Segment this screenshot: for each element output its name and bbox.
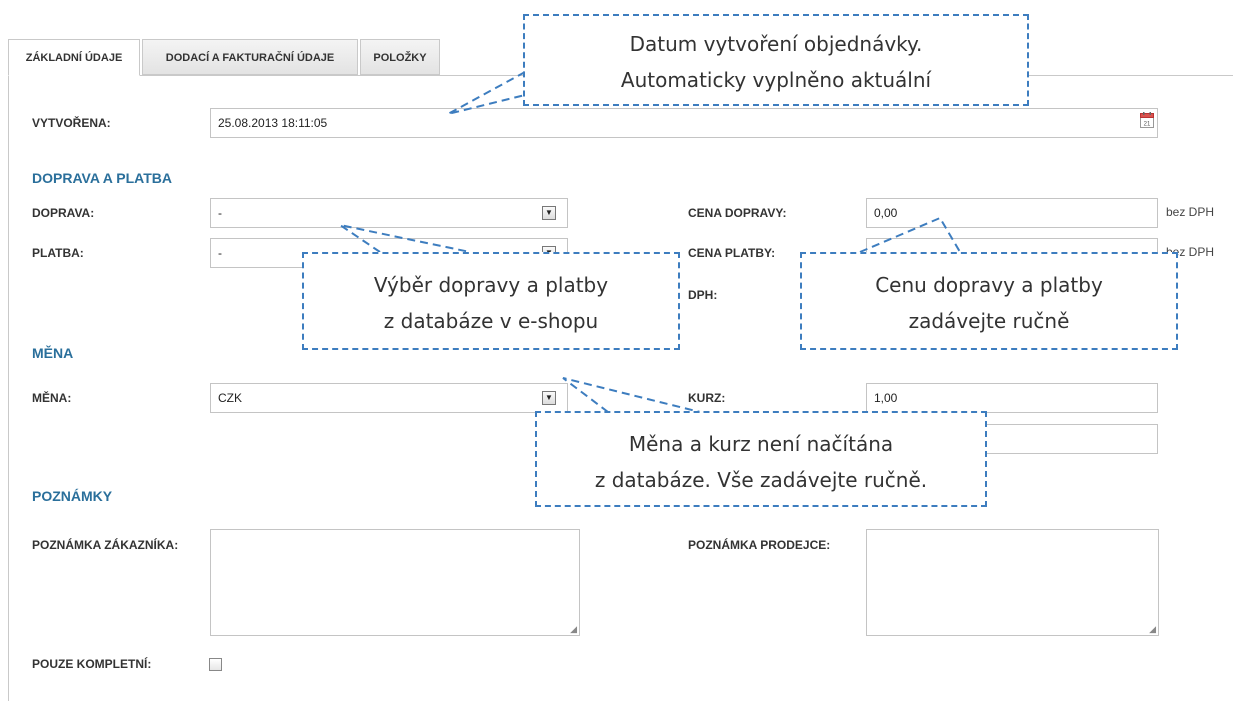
price-callout-line-1: Cenu dopravy a platby — [875, 273, 1103, 297]
date-callout: Datum vytvoření objednávky. Automaticky … — [523, 14, 1029, 106]
selection-callout-line-1: Výběr dopravy a platby — [373, 273, 609, 297]
currency-callout-pointer — [562, 377, 701, 413]
selection-callout: Výběr dopravy a platby z databáze v e-sh… — [302, 252, 680, 350]
currency-callout-line-2: z databáze. Vše zadávejte ručně. — [594, 468, 928, 492]
date-callout-pointer — [447, 71, 526, 115]
date-callout-line-1: Datum vytvoření objednávky. — [629, 32, 923, 56]
selection-callout-pointer — [339, 224, 471, 253]
price-callout: Cenu dopravy a platby zadávejte ručně — [800, 252, 1178, 350]
currency-callout: Měna a kurz není načítána z databáze. Vš… — [535, 411, 987, 507]
date-callout-line-2: Automaticky vyplněno aktuální — [620, 68, 932, 92]
selection-callout-line-2: z databáze v e-shopu — [383, 309, 599, 333]
price-callout-pointer — [859, 216, 961, 253]
price-callout-line-2: zadávejte ručně — [908, 309, 1070, 333]
currency-callout-line-1: Měna a kurz není načítána — [628, 432, 894, 456]
